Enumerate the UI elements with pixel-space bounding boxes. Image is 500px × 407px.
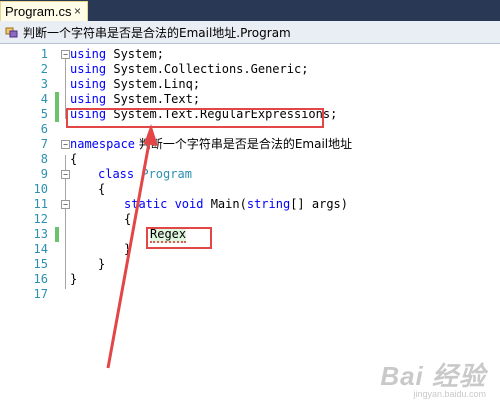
annotation-arrow [106,124,158,369]
watermark: Bai 经验 jingyan.baidu.com [380,356,486,399]
watermark-logo: Bai 经验 [380,361,486,391]
